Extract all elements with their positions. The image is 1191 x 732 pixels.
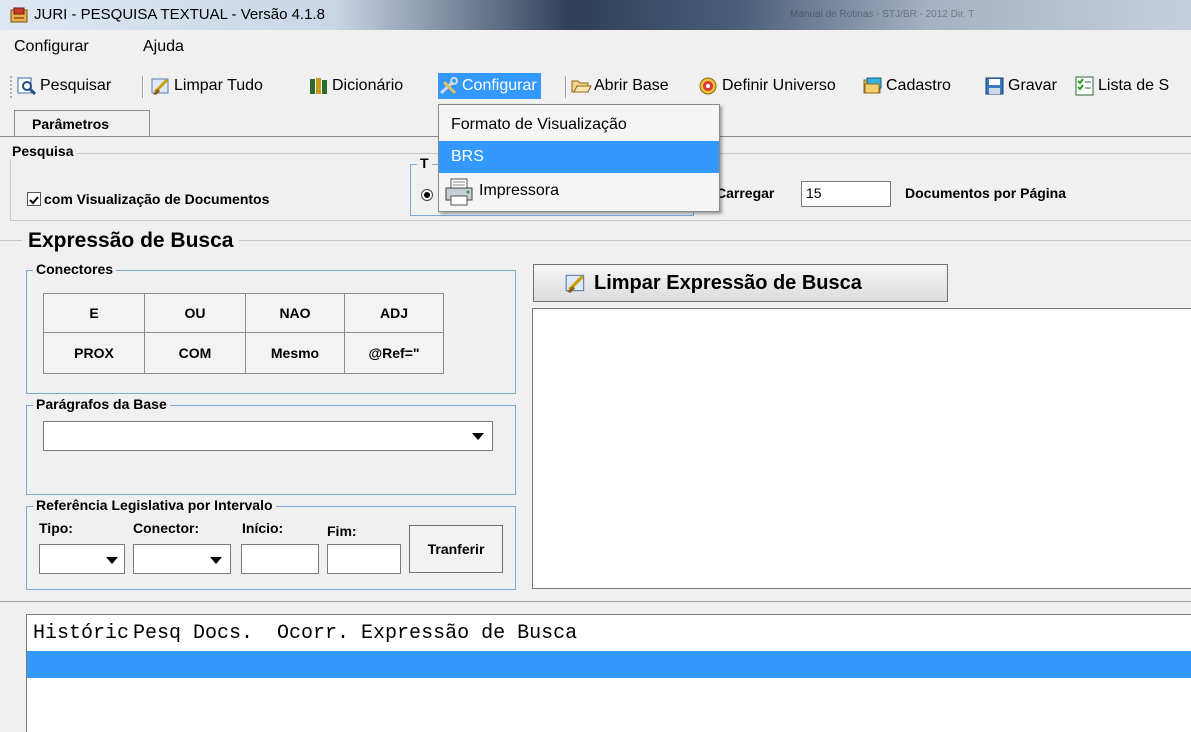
connector-adj-button[interactable]: ADJ xyxy=(344,293,444,333)
abrir-base-label: Abrir Base xyxy=(594,77,669,94)
dicionario-label: Dicionário xyxy=(332,77,404,94)
menu-item-formato-visualizacao[interactable]: Formato de Visualização xyxy=(439,109,719,141)
impressora-radio[interactable] xyxy=(421,189,433,201)
tipo-select[interactable] xyxy=(39,544,125,574)
limpar-tudo-button[interactable]: Limpar Tudo xyxy=(150,74,263,98)
conectores-legend: Conectores xyxy=(33,261,117,277)
connector-e-button[interactable]: E xyxy=(43,293,145,333)
limpar-expressao-label: Limpar Expressão de Busca xyxy=(594,271,862,294)
lista-label: Lista de S xyxy=(1098,77,1170,94)
inicio-input[interactable] xyxy=(241,544,319,574)
tipo-group-legend: T xyxy=(417,155,432,171)
tools-icon xyxy=(439,77,458,95)
dicionario-button[interactable]: Dicionário xyxy=(308,74,403,98)
connector-nao-button[interactable]: NAO xyxy=(245,293,345,333)
fim-input[interactable] xyxy=(327,544,401,574)
pesquisar-label: Pesquisar xyxy=(40,77,112,94)
pesquisar-button[interactable]: Pesquisar xyxy=(16,74,111,98)
connector-ou-button[interactable]: OU xyxy=(144,293,246,333)
cadastro-button[interactable]: Cadastro xyxy=(862,74,951,98)
radio-dot xyxy=(424,192,430,198)
definir-universo-button[interactable]: Definir Universo xyxy=(698,74,836,98)
separator xyxy=(565,76,567,98)
target-icon xyxy=(699,77,717,95)
visualizacao-checkbox[interactable] xyxy=(27,192,41,206)
history-header: Históric Pesq Docs. Ocorr. Expressão de … xyxy=(33,622,578,645)
carregar-input[interactable]: 15 xyxy=(801,181,891,207)
connector-ref-button[interactable]: @Ref=" xyxy=(344,332,444,374)
chevron-down-icon xyxy=(472,433,484,440)
menu-configurar[interactable]: Configurar xyxy=(14,38,89,56)
transferir-button[interactable]: Tranferir xyxy=(409,525,503,573)
brs-label: BRS xyxy=(451,148,484,165)
expressao-textarea[interactable] xyxy=(532,308,1191,589)
tab-parametros[interactable]: Parâmetros xyxy=(14,110,150,137)
broom-icon xyxy=(565,274,585,293)
blurred-window-title: Manual de Rotinas - STJ/BR - 2012 Dir. T xyxy=(790,9,975,20)
conector-select[interactable] xyxy=(133,544,231,574)
gravar-label: Gravar xyxy=(1008,77,1057,94)
connector-com-button[interactable]: COM xyxy=(144,332,246,374)
configurar-toolbar-button[interactable]: Configurar xyxy=(438,73,541,99)
checklist-icon xyxy=(1075,76,1094,96)
lista-button[interactable]: Lista de S xyxy=(1074,74,1169,98)
definir-universo-label: Definir Universo xyxy=(722,77,836,94)
inicio-label: Início: xyxy=(242,520,284,536)
chevron-down-icon xyxy=(106,557,118,564)
connector-mesmo-button[interactable]: Mesmo xyxy=(245,332,345,374)
separator xyxy=(142,76,144,98)
printer-icon xyxy=(445,178,473,206)
paragrafos-legend: Parágrafos da Base xyxy=(33,396,170,412)
menu-ajuda[interactable]: Ajuda xyxy=(143,38,184,56)
referencia-group: Referência Legislativa por Intervalo Tip… xyxy=(26,497,516,590)
search-icon xyxy=(17,77,37,96)
impressora-label: Impressora xyxy=(479,182,560,199)
window-title: JURI - PESQUISA TEXTUAL - Versão 4.1.8 xyxy=(34,6,325,23)
menu-item-brs[interactable]: BRS xyxy=(439,141,719,173)
referencia-legend: Referência Legislativa por Intervalo xyxy=(33,497,276,513)
books-icon xyxy=(310,78,327,94)
gravar-button[interactable]: Gravar xyxy=(984,74,1057,98)
abrir-base-button[interactable]: Abrir Base xyxy=(570,74,669,98)
fim-label: Fim: xyxy=(327,523,357,539)
floppy-save-icon xyxy=(985,77,1004,95)
carregar-label: Carregar xyxy=(716,185,775,201)
paragrafos-group: Parágrafos da Base xyxy=(26,396,516,495)
chevron-down-icon xyxy=(210,557,222,564)
configurar-dropdown-menu: Formato de Visualização BRS Impressora xyxy=(438,104,720,212)
documentos-por-pagina-label: Documentos por Página xyxy=(905,185,1067,201)
limpar-tudo-label: Limpar Tudo xyxy=(174,77,263,94)
expressao-title: Expressão de Busca xyxy=(22,229,240,253)
limpar-expressao-button[interactable]: Limpar Expressão de Busca xyxy=(533,264,948,302)
menu-item-impressora[interactable]: Impressora xyxy=(439,175,719,207)
visualizacao-label: com Visualização de Documentos xyxy=(44,191,270,207)
history-grid[interactable]: Históric Pesq Docs. Ocorr. Expressão de … xyxy=(26,614,1191,732)
conectores-group: Conectores E OU NAO ADJ PROX COM Mesmo @… xyxy=(26,261,516,394)
toolbar: Pesquisar Limpar Tudo Dicionário Configu… xyxy=(0,68,1191,104)
pesquisa-legend: Pesquisa xyxy=(9,143,77,159)
checkmark-icon xyxy=(29,196,39,205)
tab-parametros-label: Parâmetros xyxy=(32,116,110,132)
tipo-label: Tipo: xyxy=(39,520,73,536)
title-bar: JURI - PESQUISA TEXTUAL - Versão 4.1.8 M… xyxy=(0,0,1191,30)
connector-prox-button[interactable]: PROX xyxy=(43,332,145,374)
cadastro-label: Cadastro xyxy=(886,77,951,94)
carregar-value: 15 xyxy=(806,185,822,201)
open-folder-icon xyxy=(571,80,592,93)
paragrafos-select[interactable] xyxy=(43,421,493,451)
history-selected-row[interactable] xyxy=(27,651,1191,678)
toolbar-grip xyxy=(10,76,14,98)
folders-icon xyxy=(863,77,882,94)
app-icon xyxy=(10,7,28,23)
formato-visualizacao-label: Formato de Visualização xyxy=(451,116,627,133)
conector-label: Conector: xyxy=(133,520,200,536)
configurar-label: Configurar xyxy=(462,77,537,94)
history-divider xyxy=(0,601,1191,602)
broom-icon xyxy=(151,78,169,95)
